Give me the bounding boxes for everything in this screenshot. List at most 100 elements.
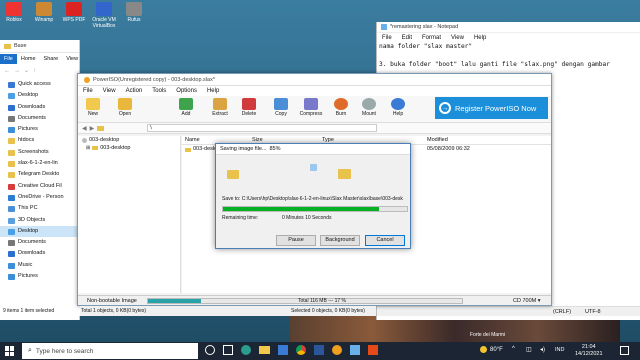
task-view-icon[interactable] <box>223 345 233 355</box>
menu-help[interactable]: Help <box>469 35 491 41</box>
language-indicator[interactable]: IND <box>555 347 564 353</box>
menu-file[interactable]: File <box>78 88 98 94</box>
pause-button[interactable]: Pause <box>276 235 316 246</box>
file-modified-cell: 05/08/2009 06:32 <box>427 146 470 152</box>
add-button[interactable]: Add <box>173 96 199 122</box>
register-button[interactable]: → Register PowerISO Now <box>435 97 548 119</box>
desktop-icon-wps-pdf[interactable]: WPS PDF <box>60 2 88 29</box>
file-explorer-window: Base File Home Share View ← → ⌄ ↑ Quick … <box>0 40 80 320</box>
up-folder-icon[interactable] <box>97 125 105 131</box>
menu-tools[interactable]: Tools <box>147 88 171 94</box>
sidebar-item[interactable]: Downloads <box>0 248 79 259</box>
copy-button[interactable]: Copy <box>268 96 294 122</box>
dialog-title: Saving image file... <box>220 146 267 152</box>
sidebar-item[interactable]: Documents <box>0 113 79 124</box>
file-explorer-icon[interactable] <box>259 346 270 354</box>
store-icon[interactable] <box>278 345 288 355</box>
new-button[interactable]: New <box>80 96 106 122</box>
back-arrow-icon[interactable]: ← <box>4 68 10 74</box>
cloud-icon <box>8 194 15 201</box>
menu-file[interactable]: File <box>377 35 397 41</box>
tab-view[interactable]: View <box>62 54 82 64</box>
sidebar-item[interactable]: slax-6-1-2-en-lin <box>0 158 79 169</box>
notification-icon[interactable] <box>620 346 629 355</box>
forward-icon[interactable]: ▶ <box>90 125 95 132</box>
search-placeholder: Type here to search <box>35 347 94 355</box>
cancel-button[interactable]: Cancel <box>365 235 405 246</box>
sidebar-item[interactable]: Desktop <box>0 90 79 101</box>
menu-options[interactable]: Options <box>171 88 202 94</box>
sidebar-item[interactable]: This PC <box>0 203 79 214</box>
open-folder-icon <box>118 98 132 110</box>
start-button[interactable] <box>5 346 15 356</box>
volume-icon[interactable]: ◂) <box>540 346 545 353</box>
open-button[interactable]: Open <box>112 96 138 122</box>
media-icon[interactable] <box>368 345 378 355</box>
sidebar-item[interactable]: Desktop <box>0 225 79 238</box>
menu-edit[interactable]: Edit <box>397 35 417 41</box>
tab-home[interactable]: Home <box>17 54 40 64</box>
expand-plus-icon[interactable]: ⊞ <box>86 145 90 151</box>
delete-button[interactable]: Delete <box>236 96 262 122</box>
edge-icon[interactable] <box>241 345 251 355</box>
sidebar-item-label: 3D Objects <box>18 216 46 223</box>
folder-icon <box>8 138 15 145</box>
desktop-icon-winamp[interactable]: Winamp <box>30 2 58 29</box>
burn-button[interactable]: Burn <box>328 96 354 122</box>
dialog-titlebar: Saving image file... 85% <box>216 144 410 155</box>
extract-button[interactable]: Extract <box>207 96 233 122</box>
chevron-up-icon[interactable]: ^ <box>512 346 515 352</box>
search-box[interactable]: ⌕ Type here to search <box>22 343 198 359</box>
desktop-icon-roblox[interactable]: Roblox <box>0 2 28 29</box>
mount-button[interactable]: Mount <box>356 96 382 122</box>
clock-date: 14/12/2021 <box>575 351 603 357</box>
sidebar-item[interactable]: 3D Objects <box>0 215 79 226</box>
recent-chevron-icon[interactable]: ⌄ <box>24 67 29 74</box>
menu-view[interactable]: View <box>98 88 121 94</box>
compress-button[interactable]: Compress <box>298 96 324 122</box>
sidebar-item[interactable]: Pictures <box>0 124 79 135</box>
tab-share[interactable]: Share <box>40 54 63 64</box>
sidebar-item[interactable]: Downloads <box>0 102 79 113</box>
column-modified[interactable]: Modified <box>427 136 527 144</box>
weather[interactable]: 80°F <box>480 346 503 353</box>
poweriso-taskbar-icon[interactable] <box>332 345 342 355</box>
status-size-select[interactable]: CD 700M ▾ <box>513 296 541 306</box>
tab-file[interactable]: File <box>0 54 17 64</box>
word-icon[interactable] <box>314 345 324 355</box>
forward-arrow-icon[interactable]: → <box>14 68 20 74</box>
path-input[interactable]: \ <box>147 124 378 132</box>
background-button[interactable]: Background <box>320 235 360 246</box>
menu-help[interactable]: Help <box>202 88 224 94</box>
chrome-icon[interactable] <box>296 345 306 355</box>
pdf-icon <box>66 2 82 16</box>
sidebar-item[interactable]: htdocs <box>0 135 79 146</box>
network-icon[interactable]: ◫ <box>526 346 532 353</box>
desktop-icon-virtualbox[interactable]: Oracle VM VirtualBox <box>90 2 118 29</box>
tree-root[interactable]: 003-desktop <box>78 136 180 144</box>
back-icon[interactable]: ◀ <box>82 125 87 132</box>
explorer-titlebar: Base <box>0 40 79 53</box>
sidebar-item[interactable]: Telegram Deskto <box>0 169 79 180</box>
clock[interactable]: 21:04 14/12/2021 <box>575 344 603 358</box>
sidebar-item[interactable]: Quick access <box>0 79 79 90</box>
tree-folder[interactable]: ⊞ 003-desktop <box>78 144 180 152</box>
up-arrow-icon[interactable]: ↑ <box>33 68 36 74</box>
sidebar-item-label: This PC <box>18 205 38 212</box>
cortana-icon[interactable] <box>205 345 215 355</box>
desktop-icon-rufus[interactable]: Rufus <box>120 2 148 29</box>
folder-icon <box>4 43 11 49</box>
sidebar-item[interactable]: Screenshots <box>0 147 79 158</box>
notepad-taskbar-icon[interactable] <box>350 345 360 355</box>
sidebar-item[interactable]: OneDrive - Person <box>0 192 79 203</box>
menu-format[interactable]: Format <box>417 35 446 41</box>
sidebar-item[interactable]: Music <box>0 260 79 271</box>
delete-icon <box>242 98 256 110</box>
menu-action[interactable]: Action <box>121 88 148 94</box>
sidebar-item[interactable]: Creative Cloud Fil <box>0 181 79 192</box>
sidebar-item[interactable]: Pictures <box>0 271 79 282</box>
help-button[interactable]: Help <box>385 96 411 122</box>
disc-icon <box>82 137 87 143</box>
sidebar-item[interactable]: Documents <box>0 237 79 248</box>
menu-view[interactable]: View <box>446 35 469 41</box>
